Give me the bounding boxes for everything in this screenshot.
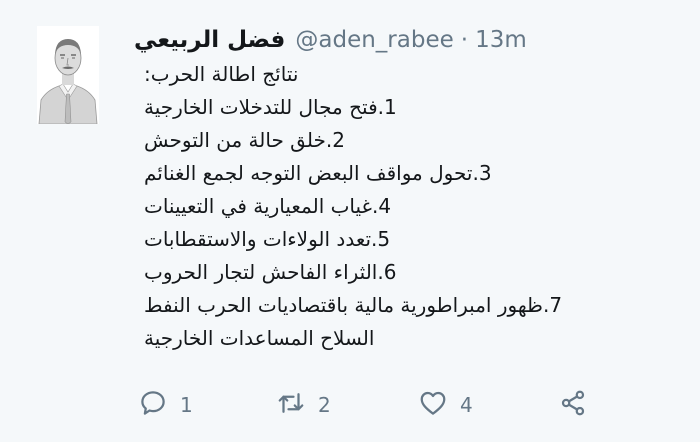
share-button[interactable] <box>558 384 588 426</box>
like-button[interactable]: 4 <box>418 384 473 426</box>
tweet-line: 1.فتح مجال للتدخلات الخارجية <box>144 95 397 119</box>
user-handle[interactable]: @aden_rabee <box>295 27 453 53</box>
tweet-header: فضل الربيعي @aden_rabee · 13m <box>134 22 527 58</box>
tweet-line: 4.غياب المعيارية في التعيينات <box>144 194 392 218</box>
display-name[interactable]: فضل الربيعي <box>134 27 285 53</box>
tweet-body: نتائج اطالة الحرب: 1.فتح مجال للتدخلات ا… <box>144 58 684 355</box>
tweet-line: 6.الثراء الفاحش لتجار الحروب <box>144 260 397 284</box>
reply-icon <box>138 388 168 422</box>
retweet-button[interactable]: 2 <box>276 384 331 426</box>
like-count: 4 <box>460 393 473 417</box>
tweet-line: 3.تحول مواقف البعض التوجه لجمع الغنائم <box>144 161 492 185</box>
share-icon <box>558 388 588 422</box>
tweet-line: 7.ظهور امبراطورية مالية باقتصاديات الحرب… <box>144 293 563 317</box>
retweet-count: 2 <box>318 393 331 417</box>
heart-icon <box>418 388 448 422</box>
timestamp[interactable]: 13m <box>475 27 527 53</box>
tweet-line: السلاح المساعدات الخارجية <box>144 326 375 350</box>
avatar-photo <box>37 26 99 124</box>
separator-dot: · <box>460 27 469 53</box>
avatar[interactable] <box>37 26 99 124</box>
retweet-icon <box>276 388 306 422</box>
tweet-actions: 1 2 4 <box>134 384 594 426</box>
tweet-line: 2.خلق حالة من التوحش <box>144 128 345 152</box>
tweet-line: نتائج اطالة الحرب: <box>144 62 299 86</box>
reply-button[interactable]: 1 <box>138 384 193 426</box>
tweet-line: 5.تعدد الولاءات والاستقطابات <box>144 227 391 251</box>
reply-count: 1 <box>180 393 193 417</box>
